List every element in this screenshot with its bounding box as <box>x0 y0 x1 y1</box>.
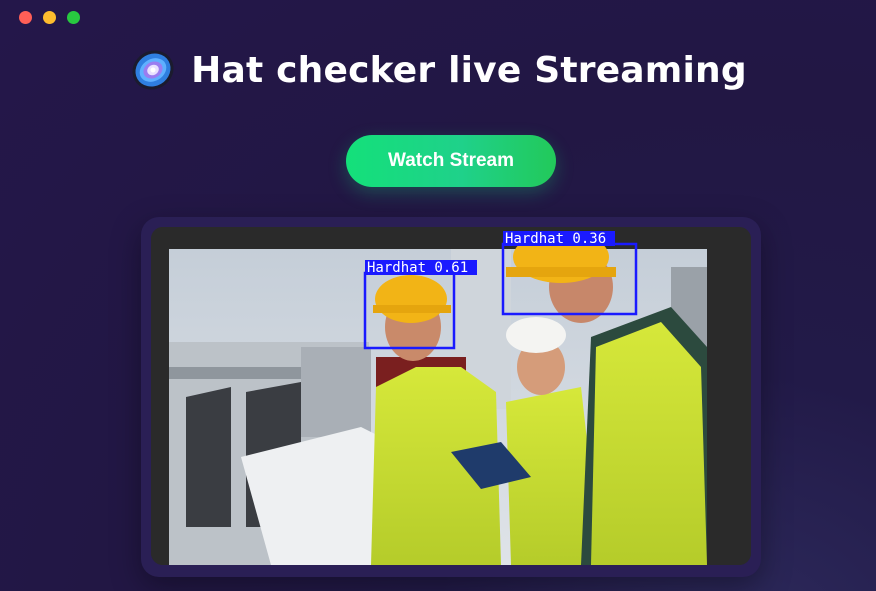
detection-label: Hardhat 0.36 <box>505 231 606 247</box>
close-window-button[interactable] <box>19 11 32 24</box>
stream-video[interactable]: Hardhat 0.61 Hardhat 0.36 <box>151 227 751 565</box>
stream-frame-image: Hardhat 0.61 Hardhat 0.36 <box>151 227 751 565</box>
window-controls <box>19 11 80 24</box>
galaxy-icon <box>132 50 174 90</box>
watch-stream-button[interactable]: Watch Stream <box>346 135 556 187</box>
detection-label: Hardhat 0.61 <box>367 260 468 276</box>
maximize-window-button[interactable] <box>67 11 80 24</box>
page-header: Hat checker live Streaming <box>0 46 876 94</box>
page-title: Hat checker live Streaming <box>191 49 747 91</box>
minimize-window-button[interactable] <box>43 11 56 24</box>
